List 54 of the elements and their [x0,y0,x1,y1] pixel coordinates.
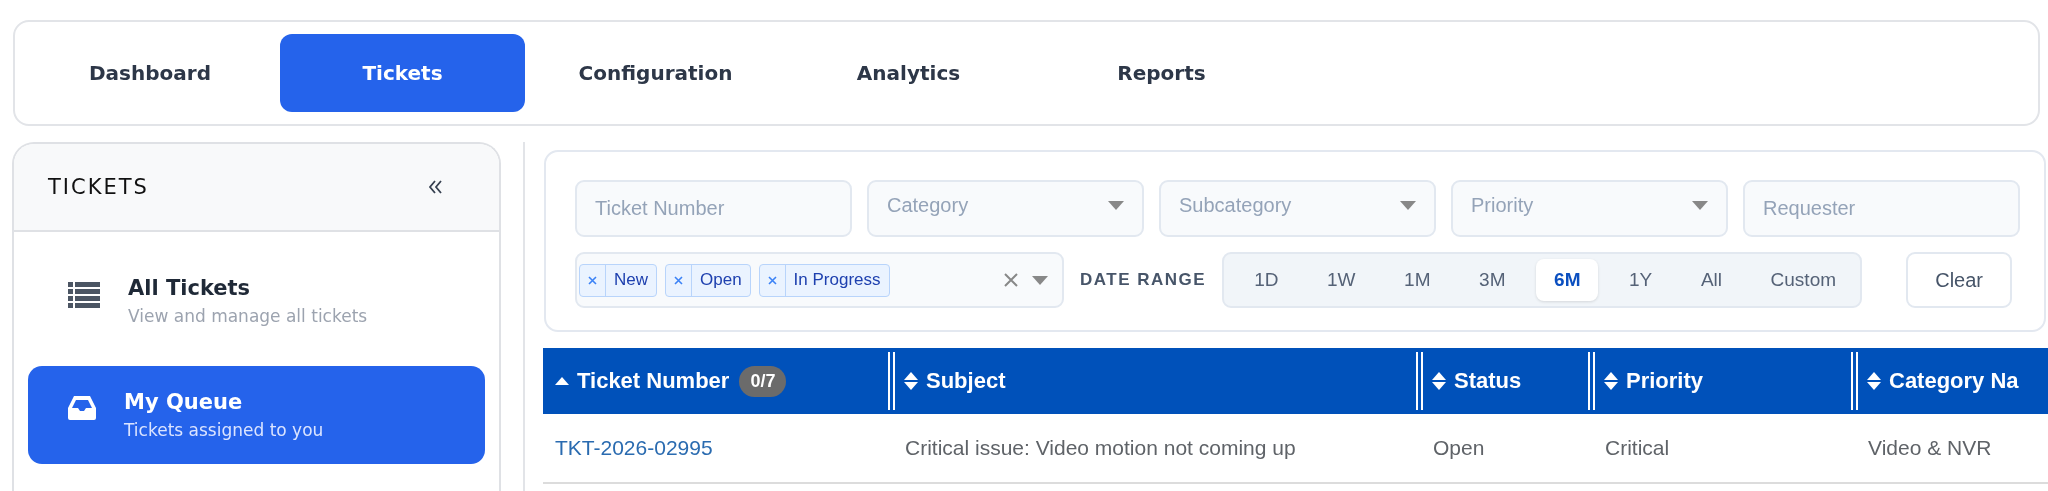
column-header[interactable]: Ticket Number [555,368,730,394]
close-icon [767,275,777,285]
date-range-option[interactable]: 1D [1236,259,1297,301]
clear-button[interactable]: Clear [1906,252,2013,308]
column-resize-handle[interactable] [1416,352,1423,410]
nav-tab[interactable]: Configuration [533,34,778,112]
column-header[interactable]: Category Na [1867,368,2019,394]
caret-icon [1692,201,1708,210]
close-icon [674,275,683,285]
tag-label: In Progress [792,270,882,290]
caret-icon[interactable] [1032,275,1048,285]
column-header[interactable]: Status [1432,368,1522,394]
date-range-option[interactable]: All [1682,259,1740,301]
tag-label: New [613,270,649,290]
date-range-option[interactable]: 6M [1536,259,1599,301]
column-header[interactable]: Priority [1604,368,1704,394]
status-multiselect[interactable]: New Open In Progress [575,252,1064,308]
date-range-option[interactable]: 1W [1309,259,1374,301]
clear-icon[interactable] [1004,273,1018,287]
column-resize-handle[interactable] [1851,352,1858,410]
close-icon [588,275,597,285]
sidebar-title: TICKETS [48,175,149,199]
nav-tab[interactable]: Analytics [786,34,1031,112]
tag-label: Open [699,270,743,290]
date-range-label: DATE RANGE [1080,270,1207,290]
count-badge: 0/7 [739,365,787,397]
date-range-option[interactable]: 3M [1461,259,1524,301]
collapse-icon[interactable] [427,179,443,195]
table-cell: Critical issue: Video motion not coming up [905,436,1296,459]
item-subtitle: Tickets assigned to you [124,420,324,440]
nav-tab[interactable]: Dashboard [50,34,250,112]
inbox-icon [68,396,96,420]
list-icon [68,282,100,308]
table-cell: Critical [1605,436,1670,459]
text-field[interactable]: Requester [1743,180,2020,237]
sidebar-item[interactable]: All Tickets View and manage all tickets [28,276,485,326]
ticket-link[interactable]: TKT-2026-02995 [555,436,713,459]
column-resize-handle[interactable] [1588,352,1595,410]
item-title: All Tickets [128,276,252,300]
column-resize-handle[interactable] [888,352,895,410]
nav-tab[interactable]: Tickets [280,34,525,112]
table-cell: Open [1433,436,1485,459]
table-cell: Video & NVR [1868,436,1992,459]
date-range-option[interactable]: Custom [1752,259,1855,301]
caret-icon [1108,201,1124,210]
column-header[interactable]: Subject [904,368,1006,394]
nav-tab[interactable]: Reports [1039,34,1284,112]
sidebar-item[interactable]: My Queue Tickets assigned to you [28,366,485,464]
date-range-option[interactable]: 1M [1386,259,1449,301]
date-range-option[interactable]: 1Y [1611,259,1671,301]
caret-icon [1400,201,1416,210]
item-subtitle: View and manage all tickets [128,306,368,326]
item-title: My Queue [124,390,244,414]
text-field[interactable]: Ticket Number [575,180,852,237]
